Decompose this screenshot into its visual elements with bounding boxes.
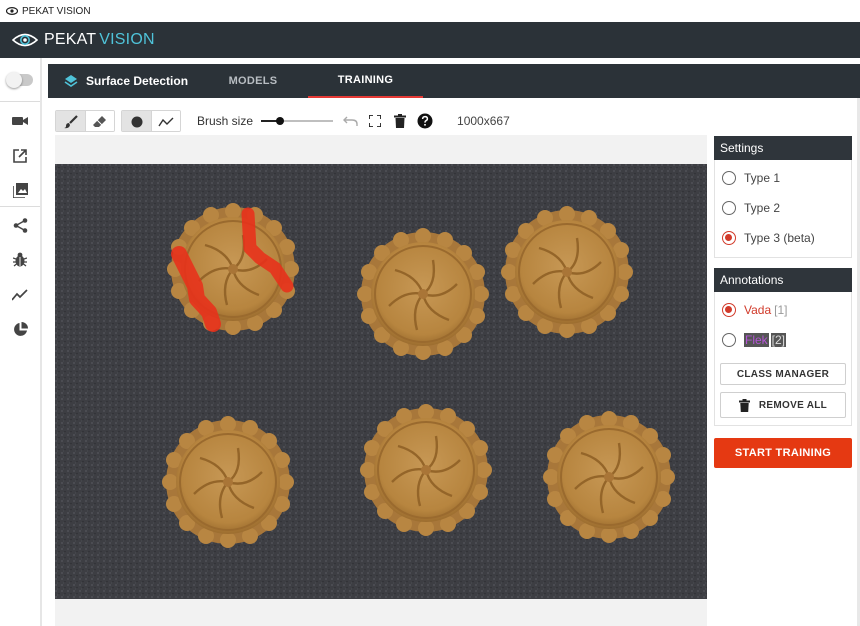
layers-icon <box>64 75 78 87</box>
project-name: Surface Detection <box>86 74 189 88</box>
circle-shape-icon <box>131 116 142 128</box>
app-header: PEKAT VISION <box>0 22 860 58</box>
class-item-vada[interactable]: Vada [1] <box>715 295 851 325</box>
polyline-icon <box>158 117 174 127</box>
radio-button[interactable] <box>722 171 736 185</box>
remove-all-button[interactable]: REMOVE ALL <box>720 392 846 418</box>
radio-button-selected[interactable] <box>722 303 736 317</box>
sidebar-divider <box>0 206 42 207</box>
sidebar-toggle[interactable] <box>6 72 33 88</box>
bug-icon[interactable] <box>11 250 29 268</box>
tab-models[interactable]: MODELS <box>198 64 308 98</box>
trending-icon[interactable] <box>11 286 29 304</box>
settings-option-type2[interactable]: Type 2 <box>715 193 851 223</box>
camera-icon[interactable] <box>11 112 29 130</box>
eye-logo-icon <box>6 7 18 15</box>
pie-chart-icon[interactable] <box>11 320 29 338</box>
option-label: Type 3 (beta) <box>744 231 815 245</box>
annotation-toolbar: Brush size 1000x667 <box>55 110 510 132</box>
toggle-knob[interactable] <box>6 72 22 88</box>
polyline-shape-button[interactable] <box>151 111 180 131</box>
brand-name-part1: PEKAT <box>44 31 97 48</box>
help-icon[interactable] <box>417 110 433 132</box>
left-sidebar <box>0 58 42 626</box>
project-tabs-bar: Surface Detection MODELS TRAINING <box>48 64 860 98</box>
annotation-canvas-area[interactable] <box>55 135 707 626</box>
undo-icon[interactable] <box>342 110 358 132</box>
eraser-icon <box>93 116 106 127</box>
window-titlebar: PEKAT VISION <box>0 0 860 22</box>
start-training-button[interactable]: START TRAINING <box>714 438 852 468</box>
settings-option-type3[interactable]: Type 3 (beta) <box>715 223 851 253</box>
class-label: Vada <box>744 303 772 317</box>
class-manager-button[interactable]: CLASS MANAGER <box>720 363 846 385</box>
brush-icon <box>63 115 78 129</box>
class-count: [2] <box>770 333 787 347</box>
option-label: Type 2 <box>744 201 781 215</box>
annotations-header: Annotations <box>714 268 852 292</box>
brush-size-label: Brush size <box>197 114 254 128</box>
brand-name-part2: VISION <box>99 31 155 48</box>
image-dimensions: 1000x667 <box>457 114 510 128</box>
settings-option-type1[interactable]: Type 1 <box>715 163 851 193</box>
image-gallery-icon[interactable] <box>11 181 29 199</box>
circle-shape-button[interactable] <box>122 111 151 131</box>
slider-thumb[interactable] <box>276 117 285 125</box>
class-item-flek[interactable]: Flek [2] <box>715 325 851 355</box>
fullscreen-icon[interactable] <box>367 110 383 132</box>
share-icon[interactable] <box>11 216 29 234</box>
tool-mode-group <box>55 110 115 132</box>
eraser-tool-button[interactable] <box>85 111 114 131</box>
radio-button-selected[interactable] <box>722 231 736 245</box>
open-external-icon[interactable] <box>11 147 29 165</box>
option-label: Type 1 <box>744 171 781 185</box>
project-title[interactable]: Surface Detection <box>48 64 198 98</box>
window-title: PEKAT VISION <box>22 5 91 17</box>
radio-button[interactable] <box>722 333 736 347</box>
brush-size-slider[interactable] <box>261 110 334 132</box>
annotations-body: Vada [1] Flek [2] CLASS MANAGER REMOVE A… <box>714 292 852 426</box>
sidebar-rail <box>40 58 42 626</box>
class-label: Flek <box>744 333 769 347</box>
settings-body: Type 1 Type 2 Type 3 (beta) <box>714 160 852 258</box>
delete-icon[interactable] <box>392 110 408 132</box>
shape-mode-group <box>121 110 181 132</box>
radio-button[interactable] <box>722 201 736 215</box>
sidebar-divider <box>0 101 42 102</box>
settings-header: Settings <box>714 136 852 160</box>
tab-training[interactable]: TRAINING <box>308 64 423 98</box>
training-image-svg <box>55 164 707 599</box>
brush-tool-button[interactable] <box>56 111 85 131</box>
class-count: [1] <box>774 303 788 317</box>
eye-logo-icon <box>12 33 38 47</box>
delete-icon <box>738 398 750 412</box>
right-panel: Settings Type 1 Type 2 Type 3 (beta) Ann… <box>714 136 852 468</box>
brand-logo[interactable]: PEKAT VISION <box>12 31 155 49</box>
training-image[interactable] <box>55 164 707 599</box>
remove-all-label: REMOVE ALL <box>758 399 828 411</box>
